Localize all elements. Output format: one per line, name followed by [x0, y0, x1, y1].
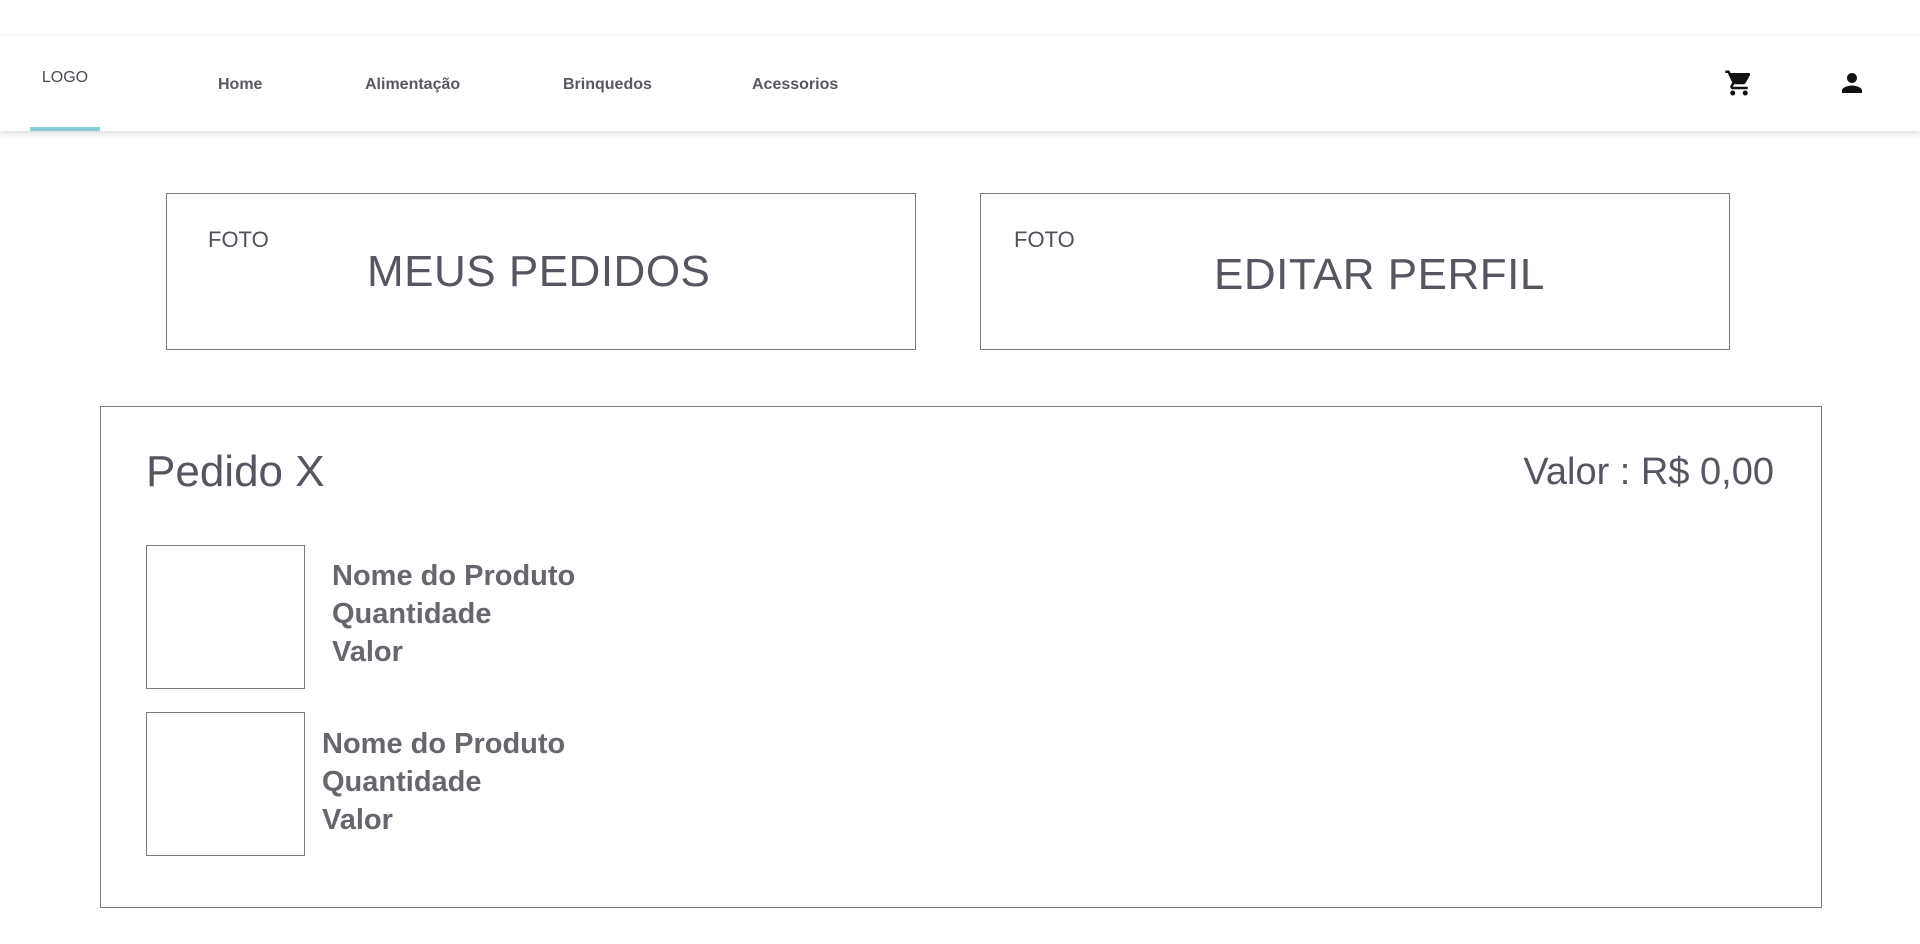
product-image-placeholder — [146, 712, 305, 856]
my-orders-title: MEUS PEDIDOS — [367, 247, 711, 296]
top-strip — [0, 0, 1920, 36]
navbar: LOGO Home Alimentação Brinquedos Acessor… — [0, 36, 1920, 131]
product-info: Nome do Produto Quantidade Valor — [332, 557, 575, 671]
order-title: Pedido X — [146, 447, 325, 496]
cart-icon[interactable] — [1724, 68, 1754, 98]
nav-link-brinquedos[interactable]: Brinquedos — [563, 36, 652, 131]
product-name: Nome do Produto — [322, 728, 566, 760]
product-quantity: Quantidade — [322, 766, 482, 798]
product-name: Nome do Produto — [332, 560, 576, 592]
user-icon[interactable] — [1837, 68, 1867, 98]
order-panel: Pedido X Valor : R$ 0,00 Nome do Produto… — [100, 406, 1822, 908]
nav-link-alimentacao[interactable]: Alimentação — [365, 36, 460, 131]
product-quantity: Quantidade — [332, 598, 492, 630]
edit-profile-title: EDITAR PERFIL — [1214, 250, 1545, 299]
active-indicator — [30, 127, 100, 131]
profile-photo-placeholder: FOTO — [1014, 227, 1075, 252]
edit-profile-card[interactable]: FOTO EDITAR PERFIL — [980, 193, 1730, 350]
nav-link-acessorios[interactable]: Acessorios — [752, 36, 838, 131]
nav-link-home[interactable]: Home — [218, 36, 262, 131]
product-value: Valor — [332, 636, 403, 668]
logo-link[interactable]: LOGO — [30, 36, 100, 131]
product-value: Valor — [322, 804, 393, 836]
product-image-placeholder — [146, 545, 305, 689]
my-orders-card[interactable]: FOTO MEUS PEDIDOS — [166, 193, 916, 350]
logo-text: LOGO — [41, 68, 89, 86]
order-total-value: Valor : R$ 0,00 — [1523, 451, 1774, 493]
product-info: Nome do Produto Quantidade Valor — [322, 725, 565, 839]
orders-photo-placeholder: FOTO — [208, 227, 269, 252]
